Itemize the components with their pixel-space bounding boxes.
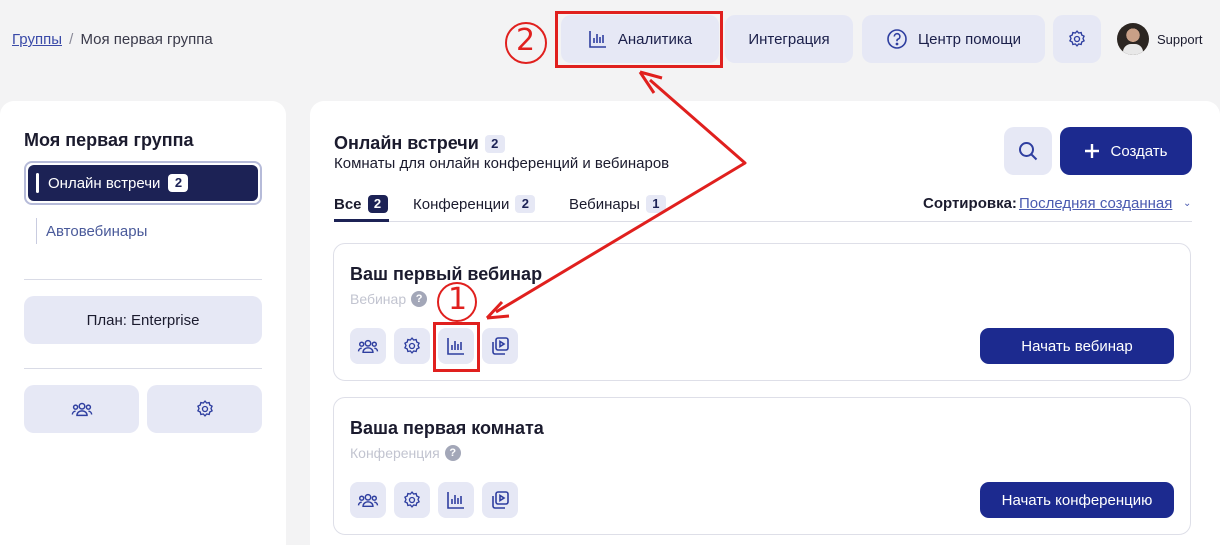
annotation-arrow-line (495, 78, 747, 314)
annotation-arrow (485, 70, 747, 320)
